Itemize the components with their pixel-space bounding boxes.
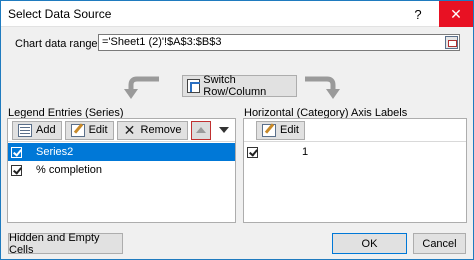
arrow-down-icon — [218, 127, 229, 133]
axis-label-value: 1 — [302, 146, 309, 158]
series-checkbox[interactable] — [11, 164, 22, 176]
switch-row-column-button[interactable]: Switch Row/Column — [182, 74, 297, 98]
move-up-button[interactable] — [190, 120, 211, 140]
axis-label-row[interactable]: 1 — [244, 143, 466, 161]
remove-series-button[interactable]: ✕ Remove — [116, 120, 188, 140]
help-icon: ? — [414, 6, 422, 22]
range-selector-icon[interactable] — [445, 36, 458, 49]
chart-data-range-input[interactable]: ='Sheet1 (2)'!$A$3:$B$3 — [98, 34, 460, 51]
move-down-button[interactable] — [214, 121, 234, 140]
add-icon — [18, 123, 32, 137]
axis-labels-list: 1 — [244, 141, 466, 222]
add-series-button[interactable]: Add — [12, 120, 62, 140]
axis-labels-panel: Edit 1 — [243, 118, 467, 223]
ok-button[interactable]: OK — [332, 233, 407, 254]
series-label: Series2 — [36, 146, 74, 158]
series-row[interactable]: Series2 — [8, 143, 235, 161]
series-list: Series2 % completion — [8, 141, 235, 222]
switch-row-column-label: Switch Row/Column — [203, 74, 267, 98]
series-row[interactable]: % completion — [8, 161, 235, 179]
hidden-empty-cells-label: Hidden and Empty Cells — [9, 231, 100, 256]
edit-label: Edit — [280, 124, 299, 136]
switch-row-column-icon — [187, 79, 201, 93]
title-bar: Select Data Source ? ✕ — [1, 1, 473, 27]
close-icon: ✕ — [450, 5, 462, 22]
edit-label: Edit — [88, 124, 108, 136]
remove-label: Remove — [140, 124, 182, 136]
cancel-button[interactable]: Cancel — [413, 233, 466, 254]
edit-icon — [262, 123, 276, 137]
add-label: Add — [36, 124, 56, 136]
cancel-label: Cancel — [422, 237, 457, 250]
edit-icon — [70, 123, 85, 137]
chart-data-range-value: ='Sheet1 (2)'!$A$3:$B$3 — [102, 36, 222, 48]
edit-axis-labels-button[interactable]: Edit — [256, 120, 305, 140]
select-data-source-dialog: Select Data Source ? ✕ Chart data range:… — [0, 0, 474, 260]
series-checkbox[interactable] — [11, 146, 22, 158]
chart-data-range-label: Chart data range: — [15, 38, 101, 50]
curved-arrow-left-icon — [124, 76, 159, 99]
remove-icon: ✕ — [123, 121, 136, 138]
axis-toolbar: Edit — [244, 119, 466, 141]
series-toolbar: Add Edit ✕ Remove — [8, 119, 235, 141]
legend-entries-panel: Add Edit ✕ Remove Series2 % completion — [7, 118, 236, 223]
edit-series-button[interactable]: Edit — [64, 120, 114, 140]
ok-label: OK — [361, 237, 378, 250]
dialog-title: Select Data Source — [8, 7, 112, 21]
close-button[interactable]: ✕ — [439, 1, 473, 27]
help-button[interactable]: ? — [401, 1, 435, 27]
axis-label-checkbox[interactable] — [247, 146, 258, 158]
arrow-up-icon — [195, 127, 206, 133]
series-label: % completion — [36, 164, 103, 176]
hidden-empty-cells-button[interactable]: Hidden and Empty Cells — [8, 231, 123, 256]
curved-arrow-right-icon — [305, 76, 340, 99]
